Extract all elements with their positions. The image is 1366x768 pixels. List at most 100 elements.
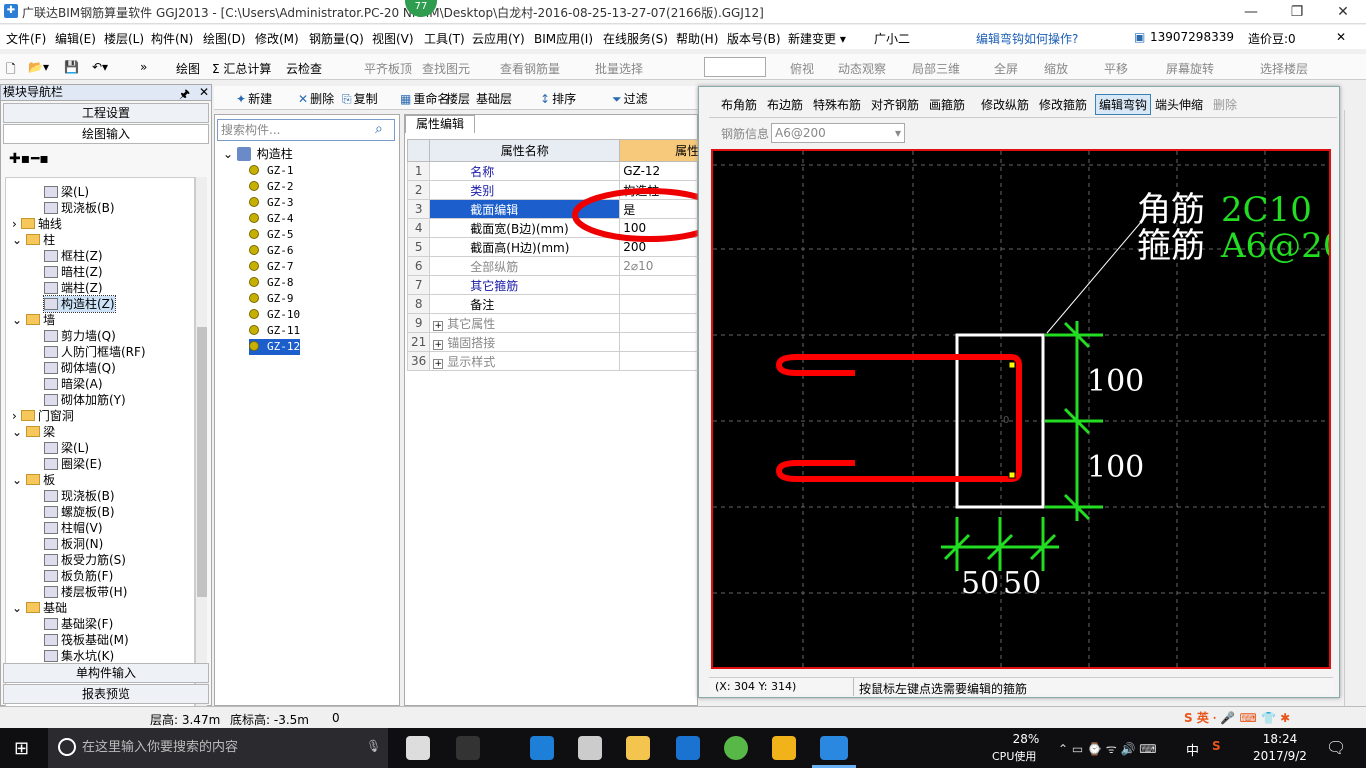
menu-item-12[interactable]: 帮助(H) [676,30,718,47]
component-root[interactable]: ⌄ 构造柱 [223,145,293,162]
component-tool-6[interactable]: ↕ 排序 [540,90,576,107]
nav-item[interactable]: 剪力墙(Q) [44,328,116,344]
taskbar-green-app-icon[interactable] [724,736,748,760]
search-icon[interactable]: ⌕ [375,121,383,137]
help-question-link[interactable]: 编辑弯钩如何操作? [976,30,1078,47]
rebar-point-top[interactable] [1008,361,1016,369]
taskbar-app-2-icon[interactable] [456,736,480,760]
component-item[interactable]: GZ-3 [249,195,294,211]
drawing-input-button[interactable]: 绘图输入 [3,124,209,144]
rebar-tool-9[interactable]: 删除 [1213,96,1237,113]
component-tool-0[interactable]: ✦ 新建 [236,90,272,107]
toolbar-item-2[interactable]: 云检查 [286,60,322,77]
cost-beans[interactable]: 造价豆:0 [1248,30,1296,47]
toolbar-item-15[interactable]: 选择楼层 [1260,60,1308,77]
nav-item[interactable]: 框柱(Z) [44,248,103,264]
nav-item[interactable]: 现浇板(B) [44,200,115,216]
rebar-tool-3[interactable]: 对齐钢筋 [871,96,919,113]
component-item[interactable]: GZ-5 [249,227,294,243]
menu-item-13[interactable]: 版本号(B) [727,30,781,47]
expand-plus-icon[interactable]: + [433,320,444,331]
collapse-icon[interactable]: ⌄ [223,147,233,161]
taskbar-search-input[interactable]: 在这里输入你要搜索的内容 [48,728,388,768]
component-item[interactable]: GZ-10 [249,307,300,323]
minimize-button[interactable]: — [1228,0,1274,24]
expand-toggle-icon[interactable]: ⌄ [12,473,22,487]
toolbar-item-9[interactable]: 动态观察 [838,60,886,77]
clock-date[interactable]: 2017/9/2 [1246,749,1314,763]
glodon-app-icon[interactable] [676,736,700,760]
component-tool-2[interactable]: ⎘ 复制 [342,90,378,107]
menu-item-11[interactable]: 在线服务(S) [603,30,668,47]
property-name-cell[interactable]: 备注 [429,294,621,314]
toolbar-item-6[interactable]: 批量选择 [595,60,643,77]
rebar-tool-8[interactable]: 端头伸缩 [1155,96,1203,113]
component-item[interactable]: GZ-8 [249,275,294,291]
clock-time[interactable]: 18:24 [1252,732,1308,746]
nav-item[interactable]: 人防门框墙(RF) [44,344,146,360]
expand-toggle-icon[interactable]: ⌄ [12,233,22,247]
menu-item-10[interactable]: BIM应用(I) [534,30,593,47]
nav-item[interactable]: 筏板基础(M) [44,632,129,648]
user-avatar-icon[interactable]: ▣ [1134,30,1145,44]
expand-toggle-icon[interactable]: › [12,409,17,423]
nav-folder[interactable]: ⌄ 板 [12,472,55,488]
expand-toggle-icon[interactable]: ⌄ [12,425,22,439]
right-scroll-strip[interactable] [1344,110,1364,706]
file-explorer-icon[interactable] [626,736,650,760]
section-canvas[interactable]: 角筋 2C10 箍筋 A6@200 0 100 100 50 50 [711,149,1366,669]
nav-folder[interactable]: › 门窗洞 [12,408,74,424]
nav-folder[interactable]: ⌄ 基础 [12,600,67,616]
component-item[interactable]: GZ-6 [249,243,294,259]
nav-folder[interactable]: ⌄ 柱 [12,232,55,248]
nav-item[interactable]: 基础梁(F) [44,616,113,632]
menu-item-9[interactable]: 云应用(Y) [472,30,525,47]
expand-plus-icon[interactable]: + [433,339,444,350]
nav-item[interactable]: 集水坑(K) [44,648,114,664]
toolbar-item-5[interactable]: 查看钢筋量 [500,60,560,77]
nav-close-icon[interactable]: ✕ [199,85,209,99]
menu-item-7[interactable]: 视图(V) [372,30,414,47]
microphone-icon[interactable]: 🎙 [366,739,381,753]
component-item[interactable]: GZ-9 [249,291,294,307]
component-tool-7[interactable]: ⏷ 过滤 [612,90,648,107]
menu-item-5[interactable]: 修改(M) [255,30,299,47]
property-name-cell[interactable]: 其它箍筋 [429,275,621,295]
rebar-tool-7[interactable]: 编辑弯钩 [1095,94,1152,115]
toolbar-item-8[interactable]: 俯视 [790,60,814,77]
rebar-tool-0[interactable]: 布角筋 [721,96,757,113]
nav-item[interactable]: 暗梁(A) [44,376,103,392]
toolbar-item-0[interactable]: 绘图 [176,60,200,77]
nav-scroll-thumb[interactable] [197,327,207,597]
expand-plus-icon[interactable]: + [433,358,444,369]
expand-toggle-icon[interactable]: ⌄ [12,313,22,327]
property-edit-tab[interactable]: 属性编辑 [405,115,475,133]
nav-item[interactable]: 板洞(N) [44,536,103,552]
menu-item-15[interactable]: 广小二 [874,30,910,47]
menu-item-14[interactable]: 新建变更 ▾ [788,30,846,47]
expand-toggle-icon[interactable]: › [12,217,17,231]
rebar-point-bottom[interactable] [1008,471,1016,479]
tray-icons[interactable]: ⌃ ▭ ⌚ ᯤ 🔊 ⌨ [1058,740,1157,757]
toolbar-item-13[interactable]: 平移 [1104,60,1128,77]
menu-item-3[interactable]: 构件(N) [151,30,193,47]
close-button[interactable]: ✕ [1320,0,1366,24]
stirrup-shape[interactable] [775,354,1022,482]
component-search-input[interactable]: 搜索构件... [217,119,395,141]
toolbar-item-11[interactable]: 全屏 [994,60,1018,77]
nav-scrollbar[interactable] [195,177,207,741]
toolbar-item-14[interactable]: 屏幕旋转 [1166,60,1214,77]
nav-item[interactable]: 梁(L) [44,440,89,456]
nav-item[interactable]: 砌体加筋(Y) [44,392,126,408]
nav-item[interactable]: 暗柱(Z) [44,264,103,280]
property-name-cell[interactable]: 名称 [429,161,621,181]
toolbar-item-4[interactable]: 查找图元 [422,60,470,77]
property-name-cell[interactable]: + 显示样式 [429,351,621,371]
ime-indicator[interactable]: 中 [1186,740,1199,759]
menu-item-2[interactable]: 楼层(L) [104,30,144,47]
undo-icon[interactable]: ↶▾ [92,60,108,74]
menu-item-6[interactable]: 钢筋量(Q) [309,30,364,47]
nav-item[interactable]: 梁(L) [44,184,89,200]
component-item[interactable]: GZ-12 [249,339,301,355]
open-folder-icon[interactable]: 📂▾ [28,60,49,74]
